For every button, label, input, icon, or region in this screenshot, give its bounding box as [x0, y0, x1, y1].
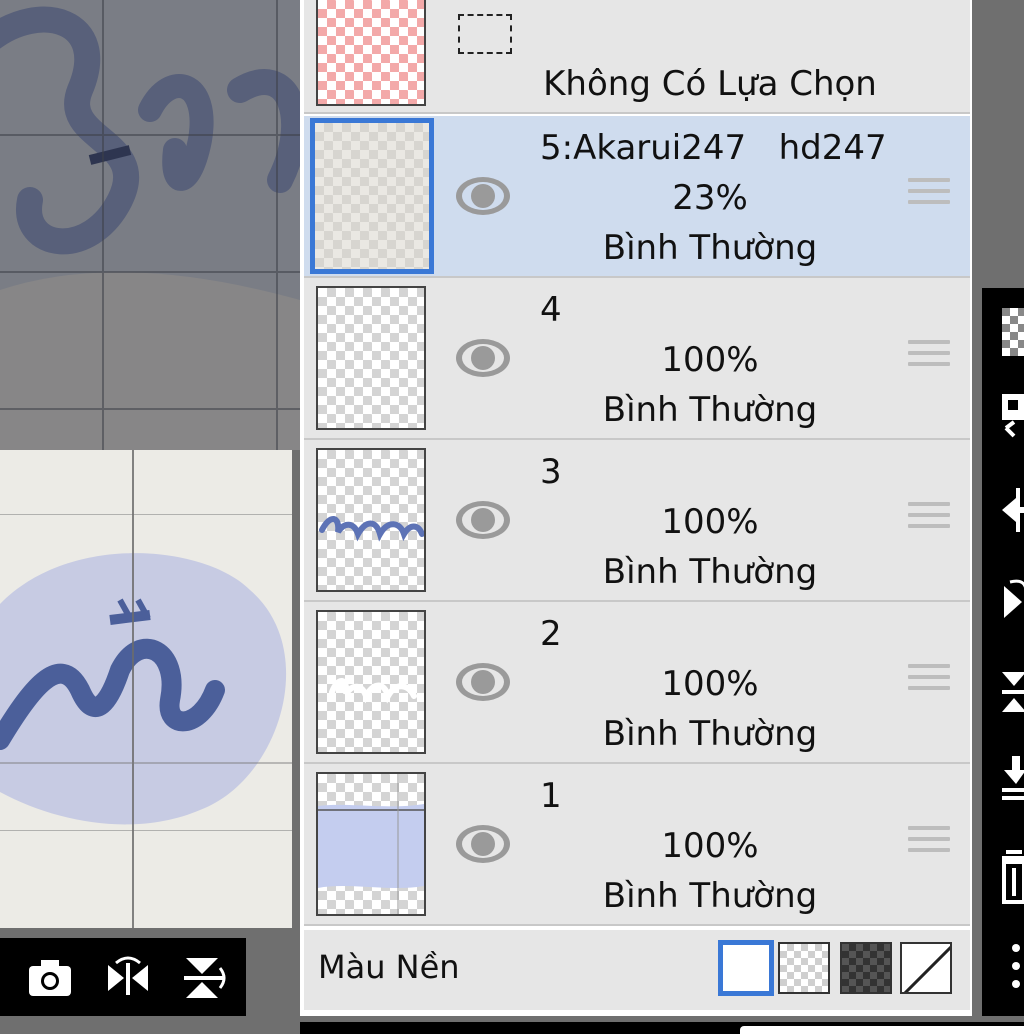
selection-marquee-icon [458, 14, 512, 54]
selection-layer-row[interactable]: Không Có Lựa Chọn [304, 0, 970, 114]
no-selection-label: Không Có Lựa Chọn [543, 64, 877, 104]
layer-opacity: 100% [661, 664, 759, 704]
camera-icon[interactable] [24, 952, 76, 1004]
layer-opacity: 100% [661, 502, 759, 542]
selection-thumbnail [316, 0, 426, 106]
layer-thumbnail[interactable] [316, 286, 426, 430]
canvas-preview[interactable] [0, 450, 292, 928]
background-color-label: Màu Nền [318, 948, 460, 986]
delete-layer-icon[interactable] [1000, 848, 1024, 904]
background-white-swatch[interactable] [718, 940, 774, 996]
layer-blend-mode: Bình Thường [602, 714, 818, 754]
import-image-icon[interactable] [1000, 388, 1024, 440]
layer-opacity: 100% [661, 826, 759, 866]
canvas-preview-zoomed[interactable] [0, 0, 300, 450]
bottom-bar [300, 1022, 1024, 1034]
canvas-toolbar [0, 938, 246, 1016]
layer-thumbnail[interactable] [310, 118, 434, 274]
transform-layer-icon[interactable] [1000, 574, 1024, 626]
drag-handle-icon[interactable] [908, 340, 950, 376]
layer-name: 3 [540, 452, 562, 492]
layer-row-1[interactable]: 1 100% Bình Thường [304, 764, 970, 926]
layer-name: 2 [540, 614, 562, 654]
layer-row-2[interactable]: 2 100% Bình Thường [304, 602, 970, 764]
layer-name: 1 [540, 776, 562, 816]
visibility-eye-icon[interactable] [454, 822, 512, 866]
merge-down-icon[interactable] [1000, 668, 1024, 720]
move-layer-icon[interactable] [1000, 484, 1024, 536]
drag-handle-icon[interactable] [908, 502, 950, 538]
layer-name: 4 [540, 290, 562, 330]
layer-tools-toolbar [982, 288, 1024, 1016]
add-transparent-layer-icon[interactable] [1000, 306, 1024, 358]
visibility-eye-icon[interactable] [454, 336, 512, 380]
drag-handle-icon[interactable] [908, 664, 950, 700]
background-transparent-light-swatch[interactable] [778, 942, 830, 994]
layer-panel: Không Có Lựa Chọn 5:Akarui247 hd247 23% … [300, 0, 972, 1016]
layer-thumbnail[interactable] [316, 772, 426, 916]
layer-name: 5:Akarui247 hd247 [540, 128, 887, 168]
background-none-swatch[interactable] [900, 942, 952, 994]
layer-blend-mode: Bình Thường [602, 876, 818, 916]
layer-row-3[interactable]: 3 100% Bình Thường [304, 440, 970, 602]
visibility-eye-icon[interactable] [454, 174, 512, 218]
drag-handle-icon[interactable] [908, 178, 950, 214]
layer-row-4[interactable]: 4 100% Bình Thường [304, 278, 970, 440]
more-options-icon[interactable] [1000, 938, 1024, 990]
layer-row-5[interactable]: 5:Akarui247 hd247 23% Bình Thường [304, 116, 970, 278]
visibility-eye-icon[interactable] [454, 660, 512, 704]
layer-blend-mode: Bình Thường [602, 552, 818, 592]
background-color-row: Màu Nền [304, 930, 970, 1010]
visibility-eye-icon[interactable] [454, 498, 512, 542]
drag-handle-icon[interactable] [908, 826, 950, 862]
layer-blend-mode: Bình Thường [602, 390, 818, 430]
flip-vertical-icon[interactable] [178, 952, 230, 1004]
layer-thumbnail[interactable] [316, 448, 426, 592]
layer-blend-mode: Bình Thường [602, 228, 818, 268]
layer-opacity: 100% [661, 340, 759, 380]
background-transparent-dark-swatch[interactable] [840, 942, 892, 994]
layer-thumbnail[interactable] [316, 610, 426, 754]
flip-horizontal-icon[interactable] [102, 952, 154, 1004]
download-layer-icon[interactable] [1000, 750, 1024, 802]
layer-opacity: 23% [672, 178, 748, 218]
